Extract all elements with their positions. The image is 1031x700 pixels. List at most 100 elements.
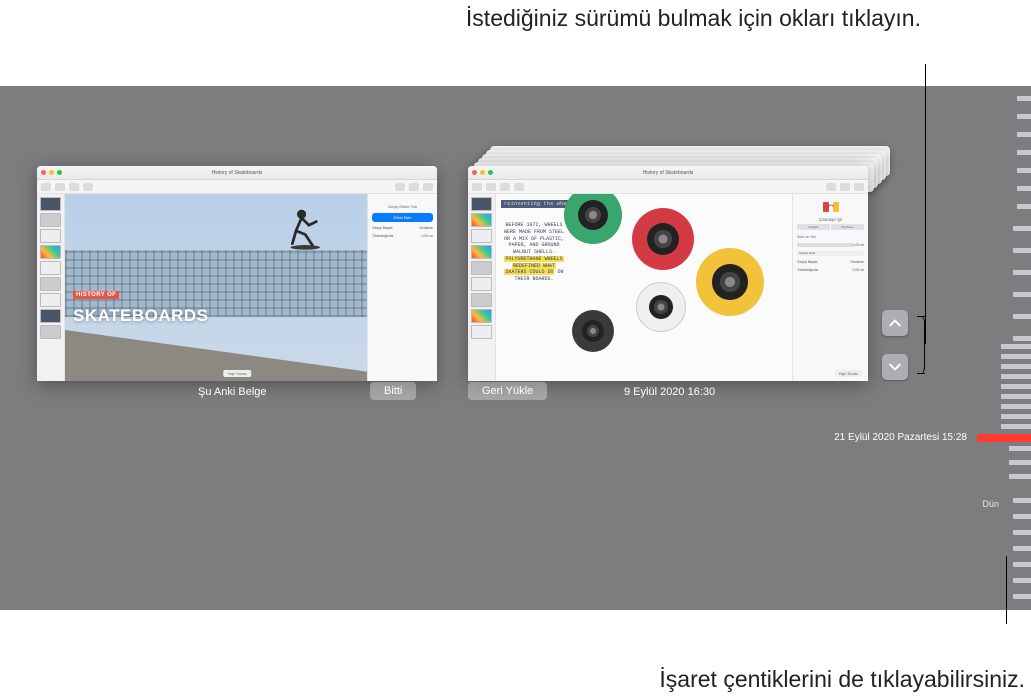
slide-thumbnail-rail[interactable] <box>37 194 65 381</box>
slide-thumbnail[interactable] <box>471 309 492 323</box>
toolbar-button[interactable] <box>854 183 864 191</box>
timeline-tick[interactable] <box>1013 594 1031 599</box>
toolbar-button[interactable] <box>514 183 524 191</box>
window-traffic-lights[interactable] <box>41 170 62 175</box>
timeline-tick[interactable] <box>1001 374 1031 379</box>
build-order-button[interactable]: Yapı Sırası <box>835 370 863 377</box>
timeline-tick[interactable] <box>1017 186 1031 191</box>
timeline-tick[interactable] <box>1001 364 1031 369</box>
slide-thumbnail[interactable] <box>471 245 492 259</box>
duration-field[interactable] <box>797 243 853 247</box>
toolbar-button[interactable] <box>423 183 433 191</box>
slide-canvas[interactable]: reinventing the wheel BEFORE 1972, WHEEL… <box>496 194 792 381</box>
slide-thumbnail[interactable] <box>471 197 492 211</box>
timeline-tick-current[interactable] <box>977 434 1031 442</box>
timeline-tick[interactable] <box>1001 394 1031 399</box>
slide-thumbnail[interactable] <box>40 293 61 307</box>
zoom-icon[interactable] <box>488 170 493 175</box>
timeline-tick[interactable] <box>1017 150 1031 155</box>
slide-thumbnail[interactable] <box>40 261 61 275</box>
timeline-tick[interactable] <box>1009 474 1031 479</box>
inspector-panel[interactable]: Geçiş Efekti Yok Efekt Ekle Geçişi Başla… <box>367 194 437 381</box>
build-order-button[interactable]: Yapı Sırası <box>223 370 251 377</box>
toolbar-button[interactable] <box>486 183 496 191</box>
slide-thumbnail[interactable] <box>40 213 61 227</box>
slide-thumbnail[interactable] <box>471 229 492 243</box>
preview-button[interactable]: Önizleme <box>831 224 864 230</box>
timeline-tick[interactable] <box>1017 204 1031 209</box>
timeline-tick[interactable] <box>1001 424 1031 429</box>
timeline-tick[interactable] <box>1017 168 1031 173</box>
toolbar-button[interactable] <box>83 183 93 191</box>
slide-thumbnail[interactable] <box>471 277 492 291</box>
slide-thumbnail[interactable] <box>471 213 492 227</box>
inspector-panel[interactable]: Çamaşır İpi Değiştir Önizleme Süre ve Yö… <box>792 194 868 381</box>
timeline-tick[interactable] <box>1013 336 1031 341</box>
current-document-window[interactable]: History of Skateboards <box>37 166 437 381</box>
minimize-icon[interactable] <box>49 170 54 175</box>
toolbar-button[interactable] <box>69 183 79 191</box>
toolbar-button[interactable] <box>840 183 850 191</box>
close-icon[interactable] <box>41 170 46 175</box>
app-toolbar[interactable] <box>37 180 437 194</box>
close-icon[interactable] <box>472 170 477 175</box>
slide-thumbnail[interactable] <box>40 277 61 291</box>
slide-thumbnail-rail[interactable] <box>468 194 496 381</box>
direction-select[interactable]: Soldan Sola <box>797 251 864 256</box>
toolbar-button[interactable] <box>500 183 510 191</box>
timeline-tick[interactable] <box>1001 344 1031 349</box>
timeline-tick[interactable] <box>1013 578 1031 583</box>
timeline-tick[interactable] <box>1001 414 1031 419</box>
timeline-tick[interactable] <box>1017 132 1031 137</box>
app-toolbar[interactable] <box>468 180 868 194</box>
slide-thumbnail[interactable] <box>40 229 61 243</box>
slide-thumbnail[interactable] <box>40 309 61 323</box>
timeline-tick[interactable] <box>1013 514 1031 519</box>
toolbar-button[interactable] <box>472 183 482 191</box>
timeline-tick[interactable] <box>1009 460 1031 465</box>
toolbar-button[interactable] <box>826 183 836 191</box>
toolbar-button[interactable] <box>409 183 419 191</box>
toolbar-button[interactable] <box>41 183 51 191</box>
slide-thumbnail[interactable] <box>471 325 492 339</box>
inspector-panel-title: Çamaşır İpi <box>797 217 864 222</box>
timeline-tick[interactable] <box>1001 354 1031 359</box>
toolbar-button[interactable] <box>395 183 405 191</box>
timeline-tick[interactable] <box>1017 96 1031 101</box>
toolbar-button[interactable] <box>55 183 65 191</box>
timeline-tick[interactable] <box>1009 446 1031 451</box>
window-titlebar[interactable]: History of Skateboards <box>37 166 437 180</box>
timeline-tick[interactable] <box>1013 546 1031 551</box>
slide-thumbnail[interactable] <box>471 261 492 275</box>
timeline-tick[interactable] <box>1013 248 1031 253</box>
change-button[interactable]: Değiştir <box>797 224 830 230</box>
timeline-tick[interactable] <box>1013 314 1031 319</box>
minimize-icon[interactable] <box>480 170 485 175</box>
timeline-tick[interactable] <box>1013 292 1031 297</box>
timeline-tick[interactable] <box>1013 498 1031 503</box>
older-version-window[interactable]: History of Skateboards <box>468 166 868 381</box>
previous-version-arrow[interactable] <box>882 310 908 336</box>
add-effect-button[interactable]: Efekt Ekle <box>372 213 433 222</box>
timeline-tick[interactable] <box>1013 270 1031 275</box>
skateboarder-figure <box>285 205 331 251</box>
slide-thumbnail[interactable] <box>40 245 61 259</box>
timeline-tick[interactable] <box>1001 384 1031 389</box>
done-button[interactable]: Bitti <box>370 382 416 400</box>
timeline-tick[interactable] <box>1013 226 1031 231</box>
window-titlebar[interactable]: History of Skateboards <box>468 166 868 180</box>
next-version-arrow[interactable] <box>882 354 908 380</box>
slide-thumbnail[interactable] <box>471 293 492 307</box>
zoom-icon[interactable] <box>57 170 62 175</box>
timeline-tick[interactable] <box>1013 530 1031 535</box>
version-timeline[interactable] <box>971 86 1031 610</box>
slide-thumbnail[interactable] <box>40 197 61 211</box>
timeline-tick[interactable] <box>1001 404 1031 409</box>
inspector-label: Süre ve Yön <box>797 235 864 239</box>
timeline-tick[interactable] <box>1017 114 1031 119</box>
timeline-tick[interactable] <box>1013 562 1031 567</box>
slide-thumbnail[interactable] <box>40 325 61 339</box>
restore-button[interactable]: Geri Yükle <box>468 382 547 400</box>
slide-canvas[interactable]: HISTORY OF SKATEBOARDS <box>65 194 367 381</box>
window-traffic-lights[interactable] <box>472 170 493 175</box>
